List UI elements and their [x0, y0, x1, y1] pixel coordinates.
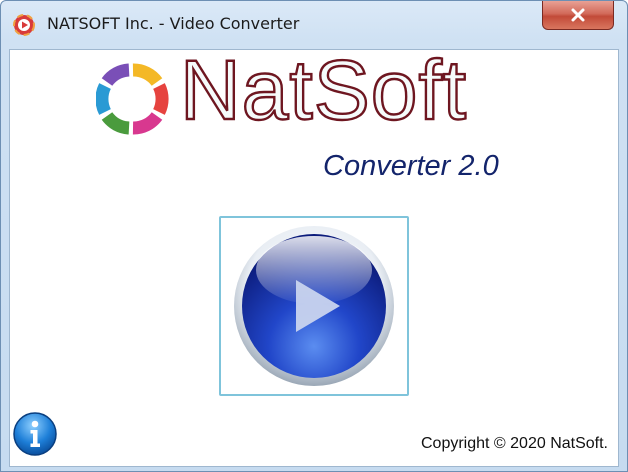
- product-version-label: Converter 2.0: [323, 150, 499, 182]
- play-button[interactable]: [219, 216, 409, 396]
- window-title: NATSOFT Inc. - Video Converter: [47, 14, 300, 33]
- app-window: NATSOFT Inc. - Video Converter NatSoft C…: [0, 0, 628, 472]
- aperture-logo-icon: [96, 63, 169, 135]
- title-bar[interactable]: NATSOFT Inc. - Video Converter: [1, 1, 627, 49]
- close-button[interactable]: [542, 1, 614, 30]
- app-icon[interactable]: [13, 14, 35, 36]
- brand-logo-text: NatSoft: [179, 43, 468, 137]
- client-area: NatSoft Converter 2.0 Copyright © 2020 N…: [9, 43, 619, 467]
- info-icon[interactable]: [11, 410, 59, 458]
- play-icon: [234, 226, 394, 386]
- copyright-text: Copyright © 2020 NatSoft.: [421, 435, 608, 452]
- close-icon: [571, 8, 585, 22]
